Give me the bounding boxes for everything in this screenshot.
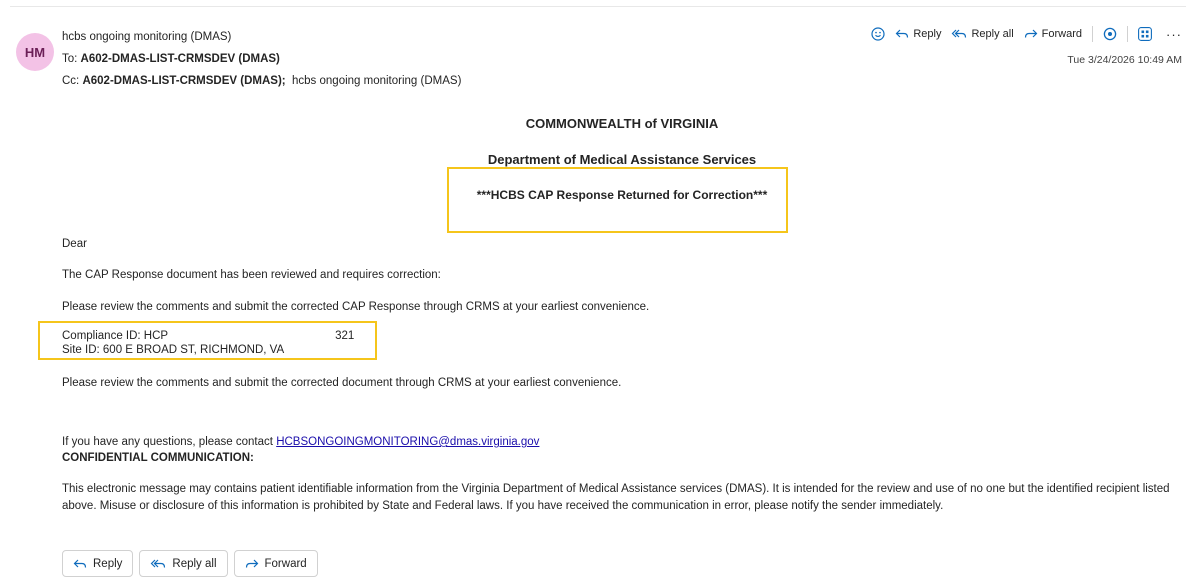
reply-icon <box>895 29 909 38</box>
message-timestamp: Tue 3/24/2026 10:49 AM <box>1067 54 1182 66</box>
confidential-text: This electronic message may contains pat… <box>62 483 1170 512</box>
cc-recipient-primary[interactable]: A602-DMAS-LIST-CRMSDEV (DMAS); <box>82 75 285 87</box>
reply-all-icon <box>952 29 967 38</box>
forward-icon <box>1024 29 1038 38</box>
confidential-heading: CONFIDENTIAL COMMUNICATION: <box>62 452 254 464</box>
footer-forward-label: Forward <box>264 557 307 570</box>
cc-label: Cc: <box>62 75 80 87</box>
contact-email-link[interactable]: HCBSONGOINGMONITORING@dmas.virginia.gov <box>276 436 539 448</box>
top-divider <box>10 6 1186 7</box>
message-toolbar: Reply Reply all Forward ··· <box>861 26 1182 42</box>
compliance-block: Compliance ID: HCP 321 Site ID: 600 E BR… <box>62 329 354 357</box>
reply-icon <box>73 559 87 568</box>
footer-forward-button[interactable]: Forward <box>233 550 318 577</box>
sender-name[interactable]: hcbs ongoing monitoring (DMAS) <box>62 30 231 44</box>
forward-icon <box>245 559 258 568</box>
heading-subject: ***HCBS CAP Response Returned for Correc… <box>476 188 768 202</box>
cc-line: Cc: A602-DMAS-LIST-CRMSDEV (DMAS); hcbs … <box>62 74 461 88</box>
more-options-button[interactable]: ··· <box>1166 27 1182 42</box>
contact-prefix: If you have any questions, please contac… <box>62 436 273 448</box>
site-id: Site ID: 600 E BROAD ST, RICHMOND, VA <box>62 344 285 356</box>
contact-line: If you have any questions, please contac… <box>62 435 539 449</box>
more-options-icon: ··· <box>1166 26 1182 42</box>
avatar[interactable]: HM <box>16 33 54 71</box>
reply-label: Reply <box>913 28 942 40</box>
footer-reply-button[interactable]: Reply <box>62 550 134 577</box>
body-line-3: Please review the comments and submit th… <box>62 377 622 389</box>
greeting: Dear <box>62 238 87 250</box>
cc-recipient-secondary[interactable]: hcbs ongoing monitoring (DMAS) <box>292 75 461 87</box>
body-line-1: The CAP Response document has been revie… <box>62 269 441 281</box>
forward-label: Forward <box>1041 28 1082 40</box>
footer-reply-all-label: Reply all <box>172 557 217 570</box>
forward-button[interactable]: Forward <box>1024 28 1082 40</box>
toolbar-divider <box>1127 26 1128 42</box>
to-recipient[interactable]: A602-DMAS-LIST-CRMSDEV (DMAS) <box>81 53 280 65</box>
avatar-initials: HM <box>24 44 46 60</box>
to-label: To: <box>62 53 78 65</box>
reply-all-icon <box>151 559 166 568</box>
reply-all-label: Reply all <box>971 28 1014 40</box>
compliance-id-label: Compliance ID: HCP <box>62 330 169 342</box>
body-line-2: Please review the comments and submit th… <box>62 301 650 313</box>
heading-commonwealth: COMMONWEALTH of VIRGINIA <box>525 116 719 131</box>
footer-reply-all-button[interactable]: Reply all <box>139 550 228 577</box>
reply-all-button[interactable]: Reply all <box>951 28 1014 40</box>
footer-actions: Reply Reply all Forward <box>62 550 318 577</box>
emoji-reaction-icon[interactable] <box>871 27 885 41</box>
apps-icon[interactable] <box>1138 27 1152 41</box>
compliance-id-suffix: 321 <box>335 330 355 342</box>
toolbar-divider <box>1092 26 1093 42</box>
reply-button[interactable]: Reply <box>895 28 941 40</box>
heading-department: Department of Medical Assistance Service… <box>487 152 757 167</box>
loop-icon[interactable] <box>1103 27 1117 41</box>
footer-reply-label: Reply <box>93 557 123 570</box>
to-line: To: A602-DMAS-LIST-CRMSDEV (DMAS) <box>62 52 280 66</box>
